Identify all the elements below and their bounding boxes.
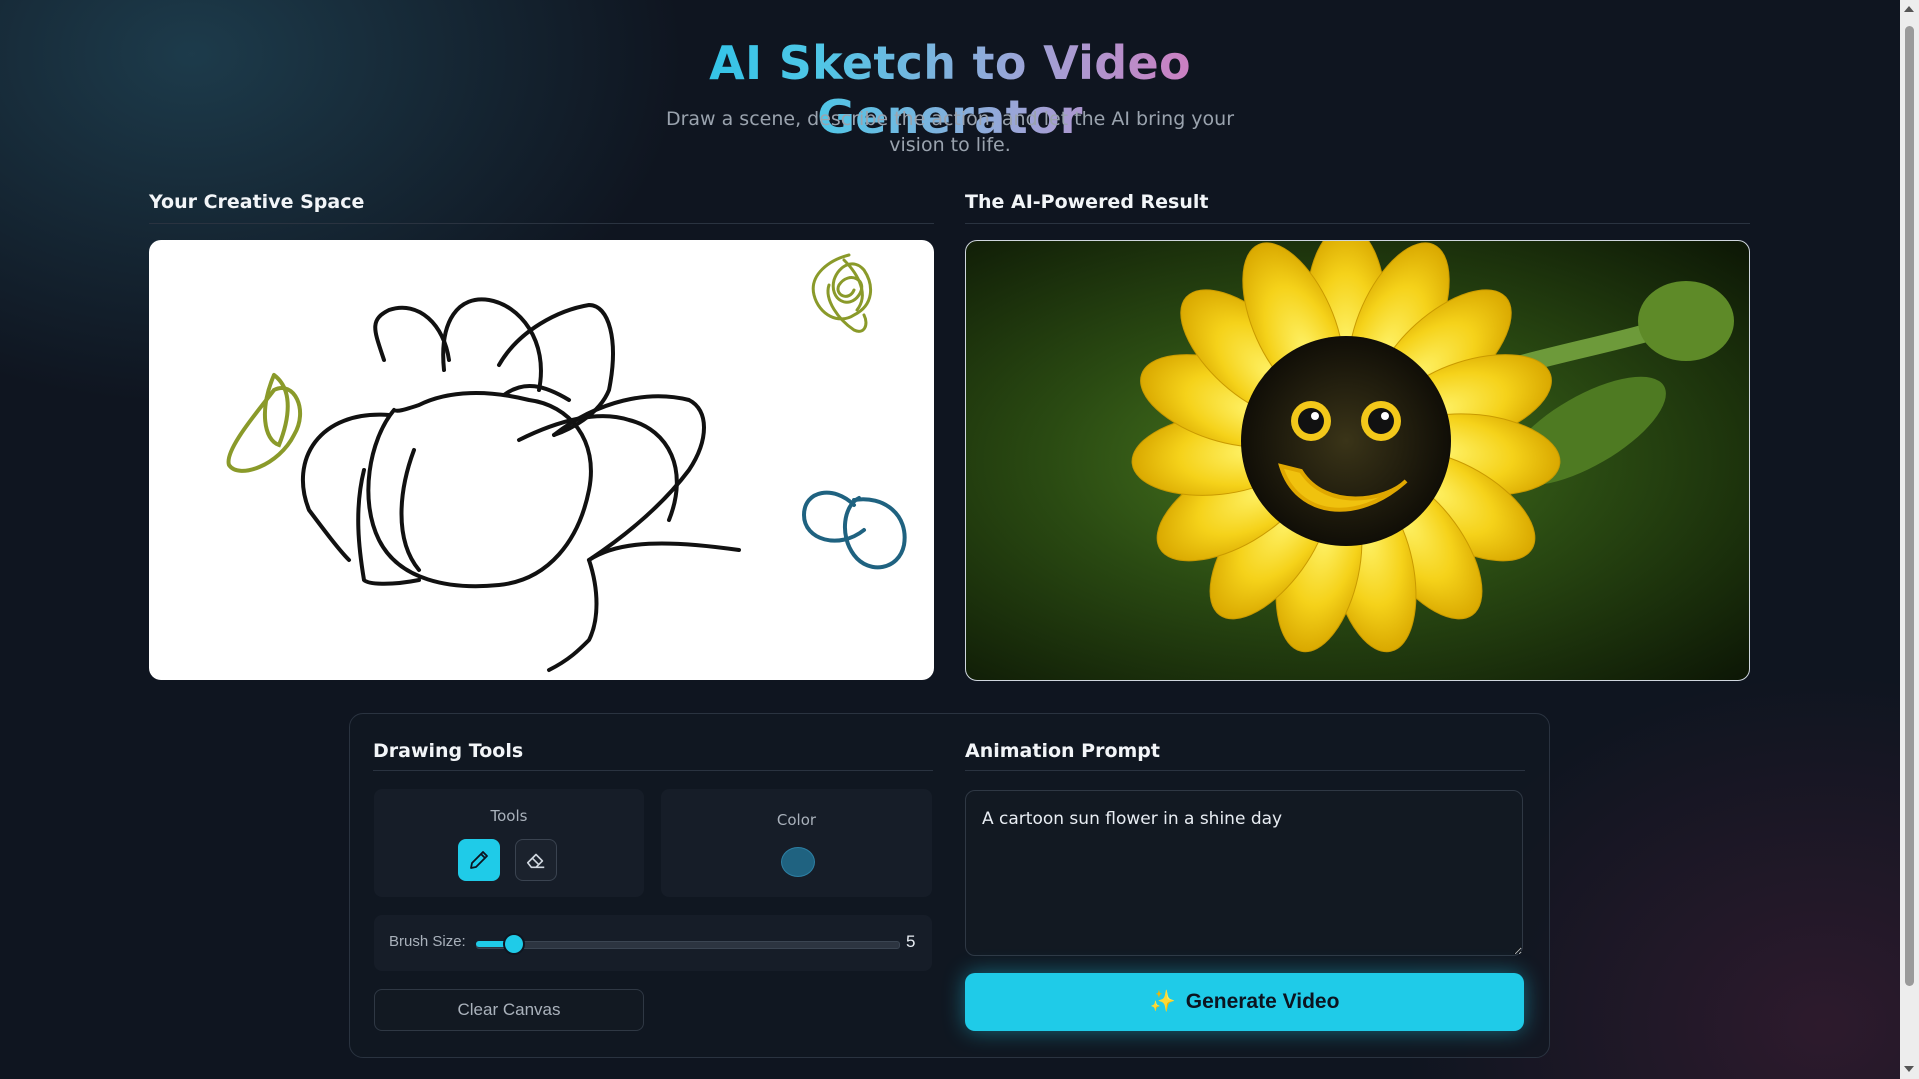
scroll-down-icon[interactable] — [1904, 1066, 1914, 1072]
brush-size-handle[interactable] — [504, 935, 523, 953]
brush-size-label: Brush Size: — [389, 933, 466, 950]
result-title: The AI-Powered Result — [965, 191, 1209, 213]
animation-prompt-title: Animation Prompt — [965, 740, 1160, 762]
drawing-tools-title: Drawing Tools — [373, 740, 524, 762]
drawing-canvas[interactable] — [149, 240, 934, 680]
scroll-up-icon[interactable] — [1904, 6, 1914, 12]
eraser-icon — [526, 853, 545, 869]
color-picker[interactable] — [781, 847, 815, 877]
result-divider — [965, 223, 1750, 224]
pencil-tool-button[interactable] — [458, 839, 500, 881]
animation-prompt-input[interactable] — [965, 790, 1523, 956]
brush-size-slider[interactable] — [476, 941, 900, 949]
sparkles-icon: ✨ — [1149, 990, 1176, 1013]
color-panel — [661, 789, 932, 897]
generate-video-button[interactable]: ✨ Generate Video — [965, 973, 1524, 1031]
color-label: Color — [776, 811, 817, 829]
result-image — [965, 240, 1750, 681]
drawing-tools-divider — [373, 770, 933, 771]
pencil-icon — [470, 851, 488, 869]
creative-space-title: Your Creative Space — [149, 191, 365, 213]
brush-size-value: 5 — [906, 932, 916, 951]
animation-prompt-divider — [965, 770, 1525, 771]
clear-canvas-button[interactable]: Clear Canvas — [374, 989, 644, 1031]
eraser-tool-button[interactable] — [515, 839, 557, 881]
page-subtitle: Draw a scene, describe the action, and l… — [665, 108, 1235, 156]
tools-label: Tools — [490, 807, 528, 825]
tools-panel — [374, 789, 644, 897]
sketch-drawing — [226, 253, 907, 672]
page-scrollbar[interactable] — [1900, 0, 1919, 1079]
scrollbar-thumb[interactable] — [1905, 26, 1914, 986]
sunflower-illustration — [1131, 241, 1734, 653]
generate-video-label: Generate Video — [1185, 990, 1340, 1013]
creative-space-divider — [149, 223, 934, 224]
